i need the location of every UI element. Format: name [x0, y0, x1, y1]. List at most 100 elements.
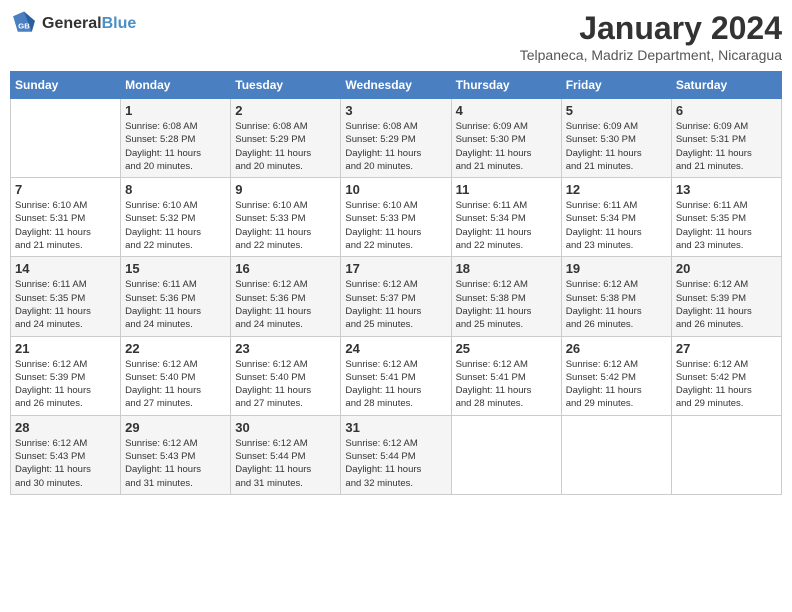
day-number: 22 [125, 341, 226, 356]
header: GB General Blue January 2024 Telpaneca, … [10, 10, 782, 63]
day-info: Sunrise: 6:08 AMSunset: 5:29 PMDaylight:… [235, 120, 336, 173]
day-number: 25 [456, 341, 557, 356]
day-number: 15 [125, 261, 226, 276]
day-info: Sunrise: 6:12 AMSunset: 5:39 PMDaylight:… [676, 278, 777, 331]
calendar-cell: 13 Sunrise: 6:11 AMSunset: 5:35 PMDayligh… [671, 178, 781, 257]
day-number: 30 [235, 420, 336, 435]
day-number: 8 [125, 182, 226, 197]
day-number: 26 [566, 341, 667, 356]
day-number: 23 [235, 341, 336, 356]
day-info: Sunrise: 6:09 AMSunset: 5:31 PMDaylight:… [676, 120, 777, 173]
day-header-saturday: Saturday [671, 72, 781, 99]
calendar-cell: 26 Sunrise: 6:12 AMSunset: 5:42 PMDayligh… [561, 336, 671, 415]
day-header-sunday: Sunday [11, 72, 121, 99]
day-header-friday: Friday [561, 72, 671, 99]
day-number: 6 [676, 103, 777, 118]
month-title: January 2024 [520, 10, 782, 47]
logo-blue: Blue [102, 15, 137, 33]
calendar-week-1: 7Sunrise: 6:10 AMSunset: 5:31 PMDaylight… [11, 178, 782, 257]
logo-icon: GB [10, 10, 38, 38]
day-number: 16 [235, 261, 336, 276]
day-header-wednesday: Wednesday [341, 72, 451, 99]
calendar-cell: 10 Sunrise: 6:10 AMSunset: 5:33 PMDayligh… [341, 178, 451, 257]
day-number: 3 [345, 103, 446, 118]
day-info: Sunrise: 6:12 AMSunset: 5:44 PMDaylight:… [235, 437, 336, 490]
day-number: 9 [235, 182, 336, 197]
day-header-tuesday: Tuesday [231, 72, 341, 99]
day-info: Sunrise: 6:12 AMSunset: 5:43 PMDaylight:… [15, 437, 116, 490]
day-number: 29 [125, 420, 226, 435]
calendar-cell: 23 Sunrise: 6:12 AMSunset: 5:40 PMDayligh… [231, 336, 341, 415]
day-info: Sunrise: 6:12 AMSunset: 5:42 PMDaylight:… [566, 358, 667, 411]
day-number: 31 [345, 420, 446, 435]
svg-text:GB: GB [18, 22, 30, 31]
day-info: Sunrise: 6:08 AMSunset: 5:29 PMDaylight:… [345, 120, 446, 173]
calendar-cell: 22 Sunrise: 6:12 AMSunset: 5:40 PMDayligh… [121, 336, 231, 415]
day-info: Sunrise: 6:11 AMSunset: 5:35 PMDaylight:… [676, 199, 777, 252]
calendar-cell: 28 Sunrise: 6:12 AMSunset: 5:43 PMDayligh… [11, 415, 121, 494]
calendar-cell: 20 Sunrise: 6:12 AMSunset: 5:39 PMDayligh… [671, 257, 781, 336]
day-number: 2 [235, 103, 336, 118]
day-info: Sunrise: 6:12 AMSunset: 5:40 PMDaylight:… [235, 358, 336, 411]
calendar-cell: 5 Sunrise: 6:09 AMSunset: 5:30 PMDaylight… [561, 99, 671, 178]
day-info: Sunrise: 6:09 AMSunset: 5:30 PMDaylight:… [456, 120, 557, 173]
day-number: 10 [345, 182, 446, 197]
calendar-cell: 6 Sunrise: 6:09 AMSunset: 5:31 PMDaylight… [671, 99, 781, 178]
day-number: 1 [125, 103, 226, 118]
day-info: Sunrise: 6:12 AMSunset: 5:36 PMDaylight:… [235, 278, 336, 331]
calendar-cell: 11 Sunrise: 6:11 AMSunset: 5:34 PMDayligh… [451, 178, 561, 257]
day-info: Sunrise: 6:10 AMSunset: 5:33 PMDaylight:… [345, 199, 446, 252]
logo-text: General Blue [42, 15, 136, 33]
day-number: 4 [456, 103, 557, 118]
day-info: Sunrise: 6:09 AMSunset: 5:30 PMDaylight:… [566, 120, 667, 173]
calendar-cell [561, 415, 671, 494]
day-number: 28 [15, 420, 116, 435]
calendar-cell: 24Sunrise: 6:12 AMSunset: 5:41 PMDayligh… [341, 336, 451, 415]
day-info: Sunrise: 6:10 AMSunset: 5:32 PMDaylight:… [125, 199, 226, 252]
title-area: January 2024 Telpaneca, Madriz Departmen… [520, 10, 782, 63]
day-number: 13 [676, 182, 777, 197]
day-number: 12 [566, 182, 667, 197]
calendar-cell [671, 415, 781, 494]
calendar-cell: 9 Sunrise: 6:10 AMSunset: 5:33 PMDaylight… [231, 178, 341, 257]
calendar-week-4: 28 Sunrise: 6:12 AMSunset: 5:43 PMDayligh… [11, 415, 782, 494]
calendar-cell: 4 Sunrise: 6:09 AMSunset: 5:30 PMDaylight… [451, 99, 561, 178]
calendar-header-row: SundayMondayTuesdayWednesdayThursdayFrid… [11, 72, 782, 99]
calendar-cell: 21 Sunrise: 6:12 AMSunset: 5:39 PMDayligh… [11, 336, 121, 415]
day-info: Sunrise: 6:12 AMSunset: 5:44 PMDaylight:… [345, 437, 446, 490]
calendar-cell: 30 Sunrise: 6:12 AMSunset: 5:44 PMDayligh… [231, 415, 341, 494]
calendar-table: SundayMondayTuesdayWednesdayThursdayFrid… [10, 71, 782, 495]
day-number: 19 [566, 261, 667, 276]
day-info: Sunrise: 6:12 AMSunset: 5:40 PMDaylight:… [125, 358, 226, 411]
day-info: Sunrise: 6:12 AMSunset: 5:39 PMDaylight:… [15, 358, 116, 411]
calendar-cell: 16 Sunrise: 6:12 AMSunset: 5:36 PMDayligh… [231, 257, 341, 336]
logo-general: General [42, 15, 102, 33]
day-info: Sunrise: 6:10 AMSunset: 5:33 PMDaylight:… [235, 199, 336, 252]
day-number: 11 [456, 182, 557, 197]
day-number: 17 [345, 261, 446, 276]
calendar-cell: 25Sunrise: 6:12 AMSunset: 5:41 PMDayligh… [451, 336, 561, 415]
day-info: Sunrise: 6:12 AMSunset: 5:41 PMDaylight:… [345, 358, 446, 411]
day-number: 21 [15, 341, 116, 356]
calendar-cell: 18Sunrise: 6:12 AMSunset: 5:38 PMDayligh… [451, 257, 561, 336]
day-number: 20 [676, 261, 777, 276]
day-info: Sunrise: 6:11 AMSunset: 5:34 PMDaylight:… [456, 199, 557, 252]
day-number: 5 [566, 103, 667, 118]
calendar-cell [11, 99, 121, 178]
day-header-thursday: Thursday [451, 72, 561, 99]
day-info: Sunrise: 6:10 AMSunset: 5:31 PMDaylight:… [15, 199, 116, 252]
calendar-cell [451, 415, 561, 494]
day-info: Sunrise: 6:11 AMSunset: 5:36 PMDaylight:… [125, 278, 226, 331]
calendar-cell: 2 Sunrise: 6:08 AMSunset: 5:29 PMDaylight… [231, 99, 341, 178]
calendar-cell: 29Sunrise: 6:12 AMSunset: 5:43 PMDayligh… [121, 415, 231, 494]
calendar-cell: 8 Sunrise: 6:10 AMSunset: 5:32 PMDaylight… [121, 178, 231, 257]
calendar-cell: 12 Sunrise: 6:11 AMSunset: 5:34 PMDayligh… [561, 178, 671, 257]
day-info: Sunrise: 6:11 AMSunset: 5:34 PMDaylight:… [566, 199, 667, 252]
logo: GB General Blue [10, 10, 136, 38]
day-info: Sunrise: 6:12 AMSunset: 5:38 PMDaylight:… [566, 278, 667, 331]
calendar-cell: 14Sunrise: 6:11 AMSunset: 5:35 PMDayligh… [11, 257, 121, 336]
day-info: Sunrise: 6:11 AMSunset: 5:35 PMDaylight:… [15, 278, 116, 331]
calendar-cell: 17 Sunrise: 6:12 AMSunset: 5:37 PMDayligh… [341, 257, 451, 336]
calendar-week-0: 1Sunrise: 6:08 AMSunset: 5:28 PMDaylight… [11, 99, 782, 178]
day-info: Sunrise: 6:12 AMSunset: 5:37 PMDaylight:… [345, 278, 446, 331]
